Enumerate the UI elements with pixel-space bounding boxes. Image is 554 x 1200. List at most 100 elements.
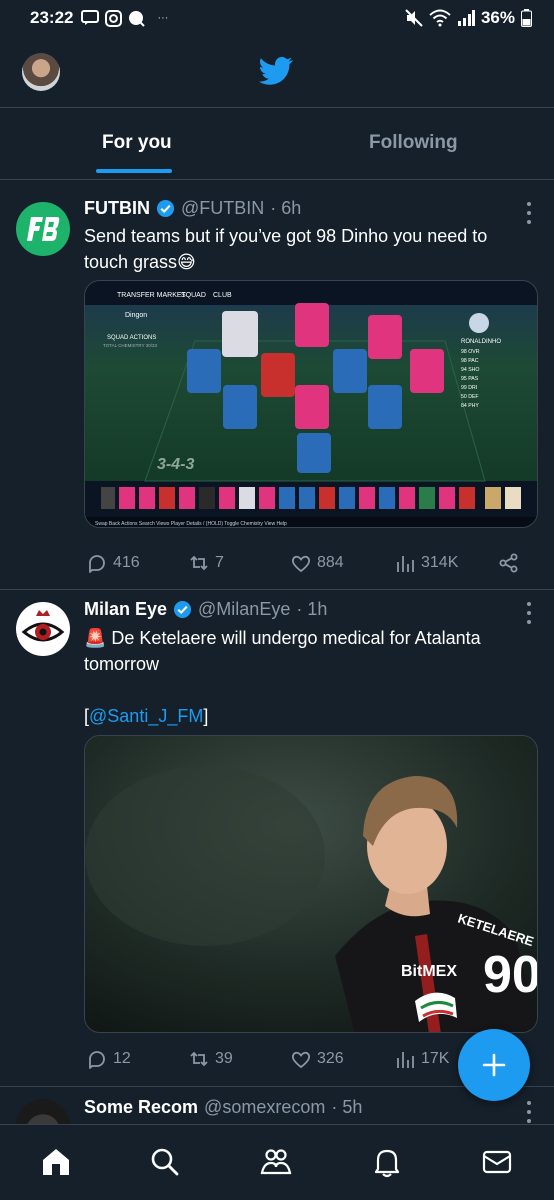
views-chart-icon bbox=[397, 1052, 414, 1068]
player-photo: BitMEX KETELAERE 90 bbox=[85, 736, 538, 1032]
more-options-icon[interactable] bbox=[526, 602, 532, 624]
tweet-media-player-photo[interactable]: BitMEX KETELAERE 90 bbox=[84, 735, 538, 1033]
tweet-futbin[interactable]: FUTBIN @FUTBIN · 6h Send teams but if yo… bbox=[0, 180, 554, 590]
svg-text:84 PHY: 84 PHY bbox=[461, 403, 479, 409]
profile-avatar[interactable] bbox=[22, 53, 60, 91]
tweet-milan-eye[interactable]: Milan Eye @MilanEye · 1h 🚨 De Ketelaere … bbox=[0, 590, 554, 1086]
status-bar: 23:22 ··· 36% bbox=[0, 0, 554, 36]
heart-icon bbox=[292, 1051, 310, 1069]
reply-button[interactable]: 12 bbox=[86, 1048, 131, 1070]
tweet-time: · 5h bbox=[331, 1097, 363, 1117]
views-button[interactable]: 314K bbox=[394, 552, 458, 574]
mute-icon bbox=[405, 9, 423, 27]
fut-squad-image: TRANSFER MARKET SQUAD CLUB Dingon SQUAD … bbox=[85, 281, 537, 527]
tweet-text: 🚨 De Ketelaere will undergo medical for … bbox=[84, 628, 481, 674]
timeline-tabs: For you Following bbox=[0, 108, 554, 180]
status-time: 23:22 bbox=[30, 8, 74, 27]
retweet-count: 39 bbox=[215, 1050, 233, 1067]
author-name[interactable]: Some Recom bbox=[84, 1097, 198, 1118]
notifications-icon[interactable] bbox=[370, 1145, 404, 1179]
svg-text:TRANSFER MARKET: TRANSFER MARKET bbox=[117, 292, 187, 299]
author-handle[interactable]: @MilanEye bbox=[198, 599, 290, 620]
svg-text:TOTAL CHEMISTRY 30/33: TOTAL CHEMISTRY 30/33 bbox=[103, 343, 158, 348]
some-recom-avatar[interactable] bbox=[16, 1099, 70, 1124]
share-icon bbox=[499, 553, 518, 573]
like-count: 884 bbox=[317, 554, 344, 571]
svg-text:50 DEF: 50 DEF bbox=[461, 394, 479, 400]
wifi-icon bbox=[429, 9, 451, 27]
svg-text:99 DRI: 99 DRI bbox=[461, 385, 477, 391]
tab-for-you[interactable]: For you bbox=[102, 132, 172, 154]
futbin-avatar[interactable] bbox=[16, 202, 70, 256]
heart-icon bbox=[292, 555, 310, 573]
svg-text:98 OVR: 98 OVR bbox=[461, 349, 480, 355]
svg-text:SQUAD: SQUAD bbox=[181, 292, 206, 299]
milan-eye-avatar[interactable] bbox=[16, 602, 70, 656]
tweet-time: · 1h bbox=[296, 599, 328, 619]
message-notification-icon bbox=[81, 10, 100, 25]
author-name[interactable]: Milan Eye bbox=[84, 599, 167, 620]
battery-percentage: 36% bbox=[480, 8, 515, 27]
reply-icon bbox=[89, 555, 105, 573]
tweet-mention-line: [@Santi_J_FM] bbox=[84, 703, 534, 729]
home-icon[interactable] bbox=[39, 1145, 73, 1179]
reply-icon bbox=[89, 1051, 105, 1069]
reply-count: 12 bbox=[113, 1050, 131, 1067]
retweet-icon bbox=[190, 555, 208, 571]
signal-icon bbox=[457, 10, 475, 26]
author-handle[interactable]: @somexrecom bbox=[204, 1097, 325, 1118]
svg-text:90: 90 bbox=[483, 946, 538, 1004]
more-notifications-indicator: ··· bbox=[157, 12, 169, 24]
reply-count: 416 bbox=[113, 554, 140, 571]
svg-text:94 SHO: 94 SHO bbox=[461, 367, 479, 373]
like-button[interactable]: 326 bbox=[290, 1048, 344, 1070]
svg-text:95 PAS: 95 PAS bbox=[461, 376, 479, 382]
tweet-media-squad-screenshot[interactable]: TRANSFER MARKET SQUAD CLUB Dingon SQUAD … bbox=[84, 280, 538, 528]
battery-icon bbox=[521, 9, 532, 27]
chat-notification-icon bbox=[129, 10, 146, 27]
like-count: 326 bbox=[317, 1050, 344, 1067]
reply-button[interactable]: 416 bbox=[86, 552, 140, 574]
verified-badge-icon bbox=[173, 600, 192, 619]
svg-text:3-4-3: 3-4-3 bbox=[157, 456, 194, 473]
tweet-time: · 6h bbox=[270, 198, 302, 218]
more-options-icon[interactable] bbox=[526, 1101, 532, 1123]
instagram-notification-icon bbox=[105, 9, 123, 27]
view-count: 314K bbox=[421, 554, 459, 571]
like-button[interactable]: 884 bbox=[290, 552, 344, 574]
active-tab-indicator bbox=[96, 169, 172, 173]
twitter-bird-icon[interactable] bbox=[259, 56, 293, 86]
svg-text:RONALDINHO: RONALDINHO bbox=[461, 339, 501, 345]
compose-tweet-button[interactable] bbox=[458, 1029, 530, 1101]
messages-icon[interactable] bbox=[480, 1145, 514, 1179]
retweet-button[interactable]: 39 bbox=[188, 1048, 233, 1070]
author-name[interactable]: FUTBIN bbox=[84, 198, 150, 219]
plus-icon bbox=[482, 1053, 506, 1077]
tweet-actions: 416 7 884 314K bbox=[84, 548, 524, 578]
svg-text:CLUB: CLUB bbox=[213, 292, 232, 299]
retweet-icon bbox=[190, 1051, 208, 1067]
retweet-button[interactable]: 7 bbox=[188, 552, 224, 574]
communities-icon[interactable] bbox=[259, 1145, 293, 1179]
top-app-bar bbox=[0, 40, 554, 108]
svg-text:98 PAC: 98 PAC bbox=[461, 358, 479, 364]
more-options-icon[interactable] bbox=[526, 202, 532, 224]
svg-text:Swap Back Actions Search V: Swap Back Actions Search Views Player De… bbox=[95, 521, 287, 527]
svg-text:BitMEX: BitMEX bbox=[401, 963, 457, 980]
milan-eye-logo-icon bbox=[21, 610, 65, 642]
futbin-logo-icon bbox=[27, 217, 60, 241]
view-count: 17K bbox=[421, 1050, 450, 1067]
views-button[interactable]: 17K bbox=[394, 1048, 449, 1070]
search-icon[interactable] bbox=[148, 1145, 182, 1179]
tab-following[interactable]: Following bbox=[369, 132, 458, 154]
views-chart-icon bbox=[397, 556, 414, 572]
svg-text:Dingon: Dingon bbox=[125, 312, 147, 319]
share-button[interactable] bbox=[498, 552, 520, 574]
verified-badge-icon bbox=[156, 199, 175, 218]
retweet-count: 7 bbox=[215, 554, 224, 571]
mention-bracket-close: ] bbox=[203, 706, 209, 726]
tweet-text: Send teams but if you’ve got 98 Dinho yo… bbox=[84, 226, 488, 272]
svg-text:SQUAD ACTIONS: SQUAD ACTIONS bbox=[107, 335, 156, 341]
author-handle[interactable]: @FUTBIN bbox=[181, 198, 264, 219]
mention-link[interactable]: @Santi_J_FM bbox=[89, 706, 203, 726]
